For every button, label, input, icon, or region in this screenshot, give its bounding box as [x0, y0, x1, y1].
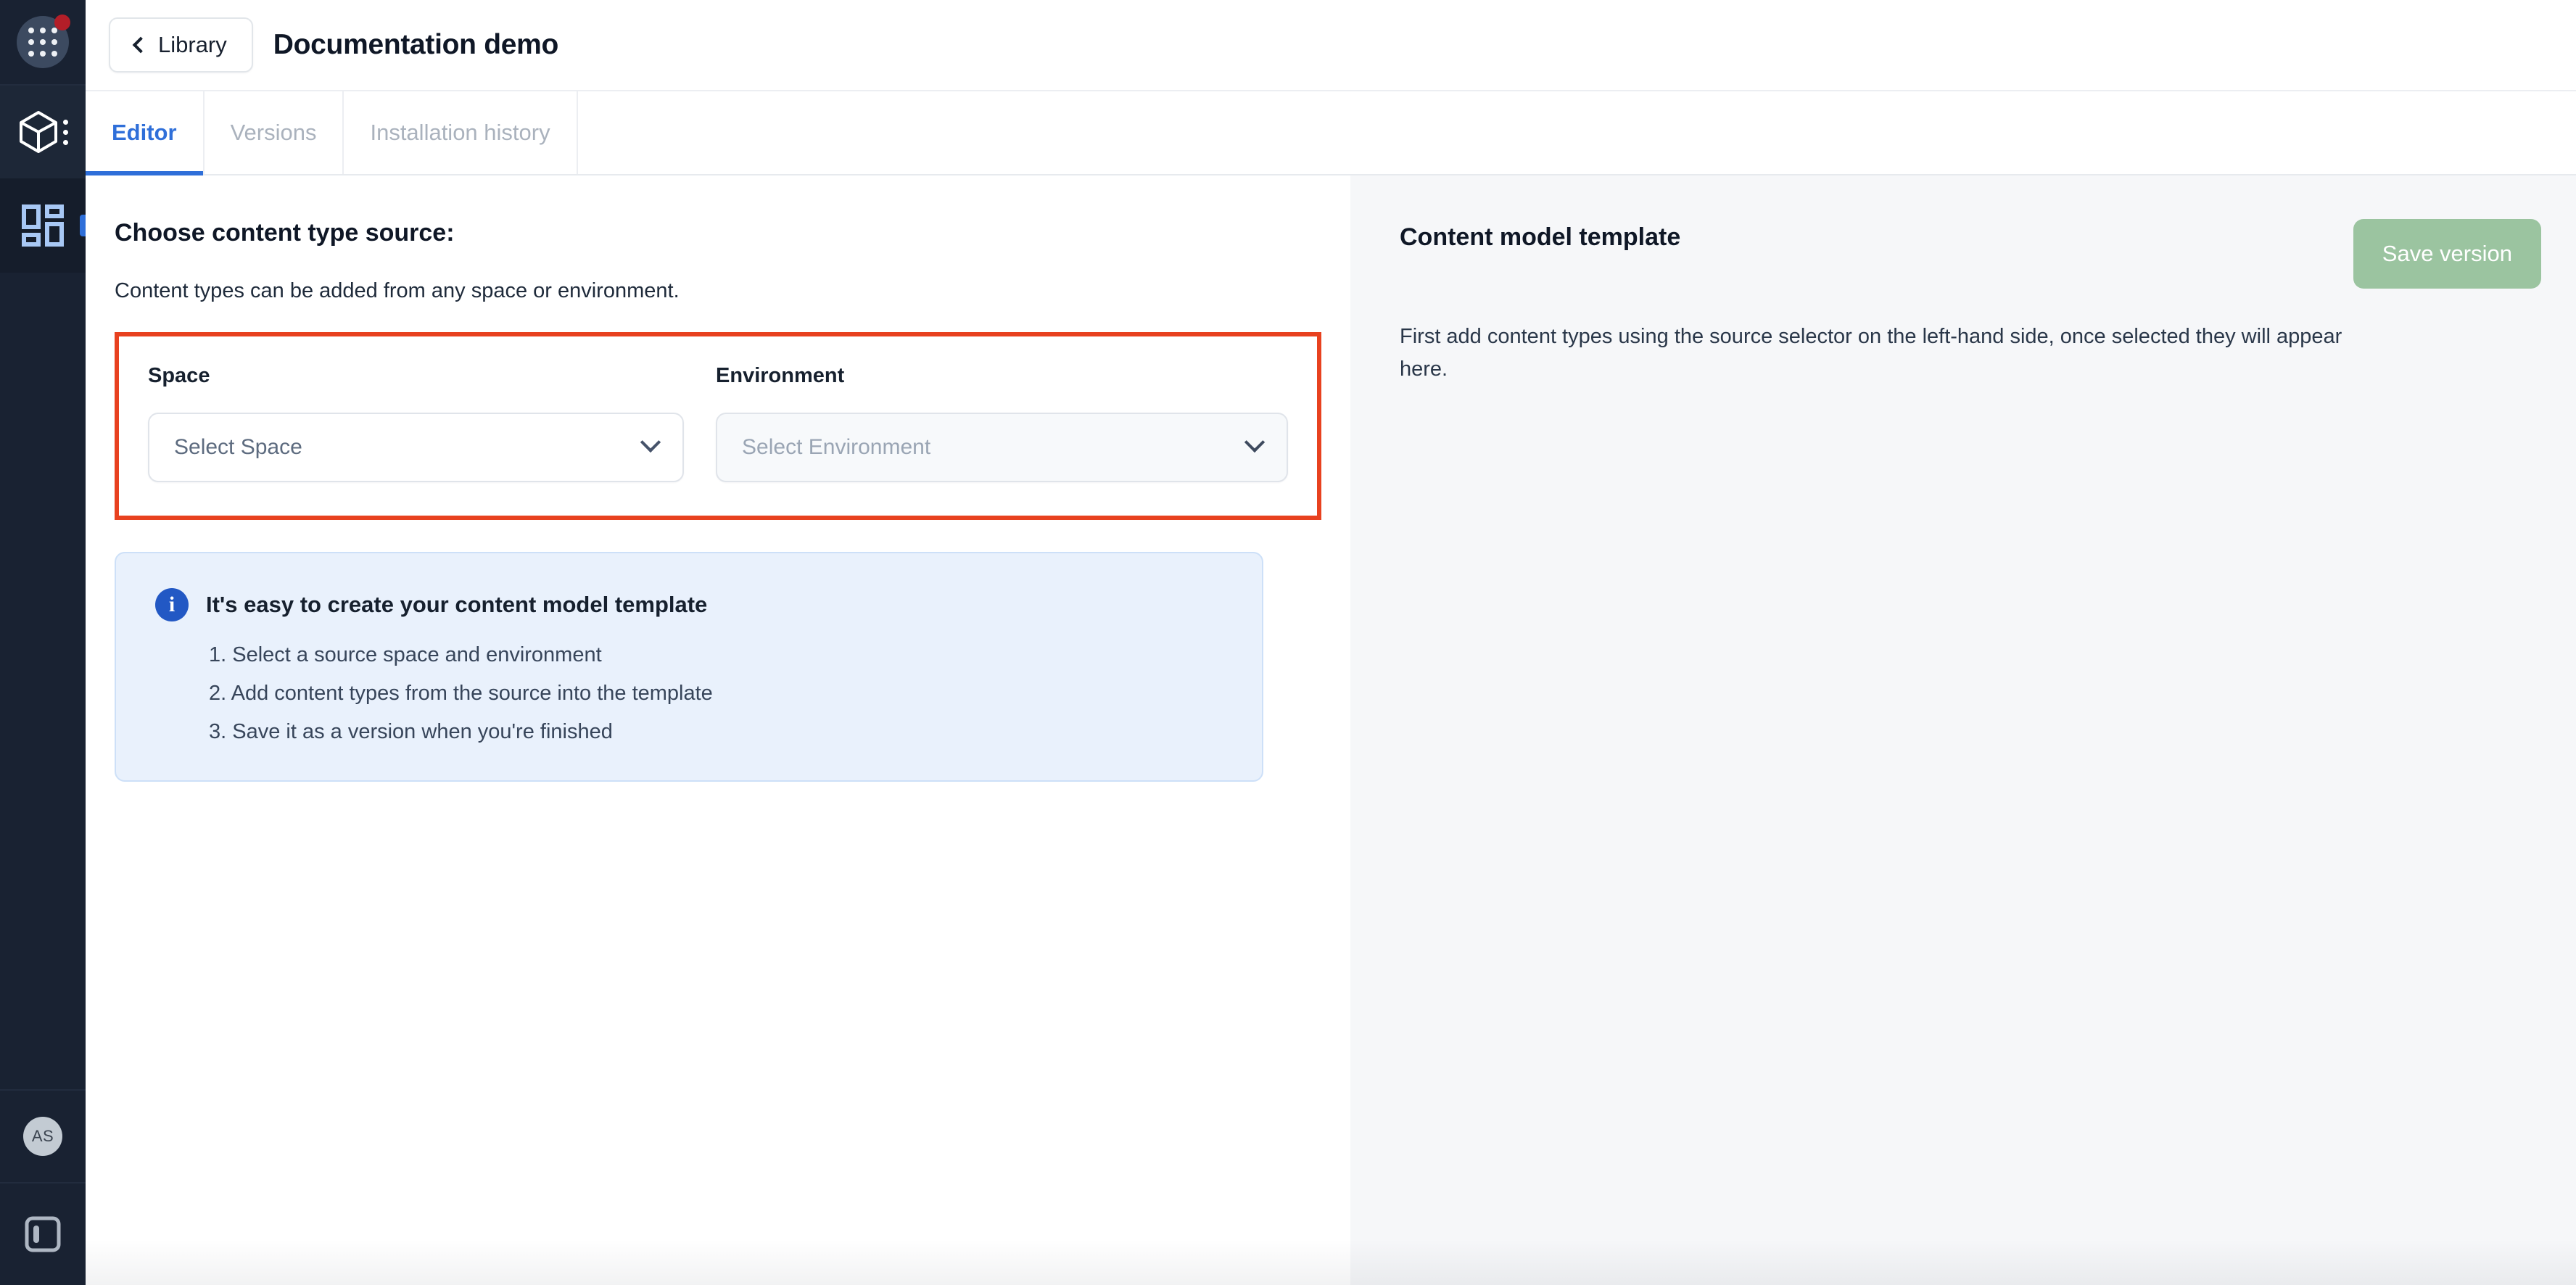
sidebar-item-account[interactable]: AS	[0, 1089, 86, 1183]
space-select[interactable]: Select Space	[148, 413, 685, 482]
template-title: Content model template	[1400, 223, 1681, 251]
source-fields-row: Space Select Space Environment Select En…	[148, 364, 1288, 482]
space-label: Space	[148, 364, 210, 387]
main-column: Library Documentation demo Editor Versio…	[86, 0, 2576, 1285]
kebab-menu-icon[interactable]	[62, 119, 68, 145]
notification-badge-dot	[54, 15, 70, 30]
template-empty-description: First add content types using the source…	[1400, 325, 2342, 381]
global-sidebar-rail: AS	[0, 0, 86, 1285]
app-root: AS Library Documentation demo Editor Ver…	[0, 0, 2576, 1285]
environment-select[interactable]: Select Environment	[716, 413, 1288, 482]
chevron-down-icon	[640, 431, 661, 453]
save-version-button[interactable]: Save version	[2353, 219, 2541, 289]
list-item: 2. Add content types from the source int…	[209, 682, 713, 705]
info-callout: i It's easy to create your content model…	[115, 552, 1263, 782]
sidebar-item-product[interactable]	[0, 86, 86, 178]
info-callout-header: i It's easy to create your content model…	[155, 588, 1223, 621]
source-selector-pane: Choose content type source: Content type…	[86, 175, 1350, 1285]
avatar: AS	[23, 1117, 62, 1156]
cube-icon	[19, 111, 57, 153]
page-title: Documentation demo	[273, 29, 559, 60]
info-callout-steps: 1. Select a source space and environment…	[155, 643, 1223, 744]
tab-versions-label: Versions	[230, 120, 317, 145]
sidebar-item-apps-switcher[interactable]	[0, 0, 86, 86]
tab-editor[interactable]: Editor	[86, 91, 205, 175]
sidebar-item-apps[interactable]	[0, 178, 86, 273]
apps-blocks-icon	[22, 204, 64, 247]
tab-bar: Editor Versions Installation history	[86, 91, 2576, 175]
chevron-left-icon	[132, 36, 149, 54]
chevron-down-icon	[1244, 431, 1266, 453]
tab-editor-label: Editor	[112, 120, 177, 145]
template-header: Content model template Save version	[1400, 219, 2541, 289]
environment-field: Environment Select Environment	[716, 364, 1288, 482]
environment-select-value: Select Environment	[742, 435, 931, 459]
section-subtitle: Content types can be added from any spac…	[115, 279, 680, 302]
source-selector-highlight-box: Space Select Space Environment Select En…	[115, 332, 1321, 520]
space-field: Space Select Space	[148, 364, 685, 482]
info-icon: i	[155, 588, 189, 621]
list-item: 1. Select a source space and environment	[209, 643, 602, 666]
tab-versions[interactable]: Versions	[205, 91, 344, 174]
tab-installation-history[interactable]: Installation history	[344, 91, 578, 174]
section-title: Choose content type source:	[115, 219, 455, 247]
environment-label: Environment	[716, 364, 845, 387]
content-panes: Choose content type source: Content type…	[86, 175, 2576, 1285]
apps-grid-icon	[17, 15, 70, 68]
app-topbar: Library Documentation demo	[86, 0, 2576, 91]
back-to-library-button[interactable]: Library	[109, 17, 253, 73]
sidebar-item-toggle-panel[interactable]	[0, 1183, 86, 1285]
content-model-template-pane: Content model template Save version Firs…	[1350, 175, 2576, 1285]
back-button-label: Library	[158, 32, 227, 57]
sidebar-spacer	[0, 273, 86, 1089]
space-select-value: Select Space	[174, 435, 302, 459]
toggle-sidepanel-icon	[25, 1216, 61, 1252]
list-item: 3. Save it as a version when you're fini…	[209, 720, 613, 743]
active-indicator	[80, 215, 86, 236]
tab-installation-history-label: Installation history	[370, 120, 550, 145]
product-icon-group	[18, 110, 68, 154]
info-callout-title: It's easy to create your content model t…	[206, 592, 708, 617]
